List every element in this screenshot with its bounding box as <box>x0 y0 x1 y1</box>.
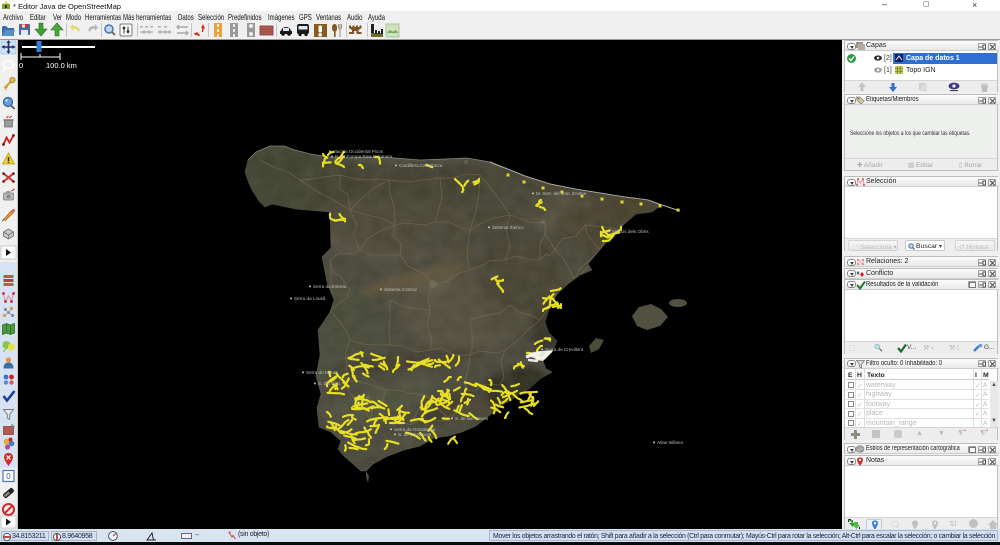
svg-text:Atlas telliano: Atlas telliano <box>657 440 683 445</box>
svg-text:Sistema Central: Sistema Central <box>384 287 417 292</box>
svg-text:100.0 km: 100.0 km <box>46 61 77 70</box>
svg-text:Sistema Ibérico: Sistema Ibérico <box>492 225 524 230</box>
svg-text:P. de Europa Pico Palomera: P. de Europa Pico Palomera <box>335 154 393 159</box>
svg-text:Serra de Crevillent: Serra de Crevillent <box>545 347 584 352</box>
svg-text:M. Serr. del bosc d'estge: M. Serr. del bosc d'estge <box>536 191 587 196</box>
svg-text:Serra da Estrela: Serra da Estrela <box>313 284 347 289</box>
svg-text:Massís dels Obris: Massís dels Obris <box>612 229 649 234</box>
svg-text:0: 0 <box>6 472 11 481</box>
svg-text:Serra da Lousã: Serra da Lousã <box>294 296 326 301</box>
svg-text:S. de las Nieves: S. de las Nieves <box>398 432 432 437</box>
svg-text:S. del Viso: S. del Viso <box>318 381 340 386</box>
svg-text:0: 0 <box>19 61 23 70</box>
svg-text:Serra do Mouro: Serra do Mouro <box>306 370 338 375</box>
svg-text:Cordillera Cantábrica: Cordillera Cantábrica <box>399 163 443 168</box>
svg-text:S. de las Nieves: S. de las Nieves <box>455 416 489 421</box>
